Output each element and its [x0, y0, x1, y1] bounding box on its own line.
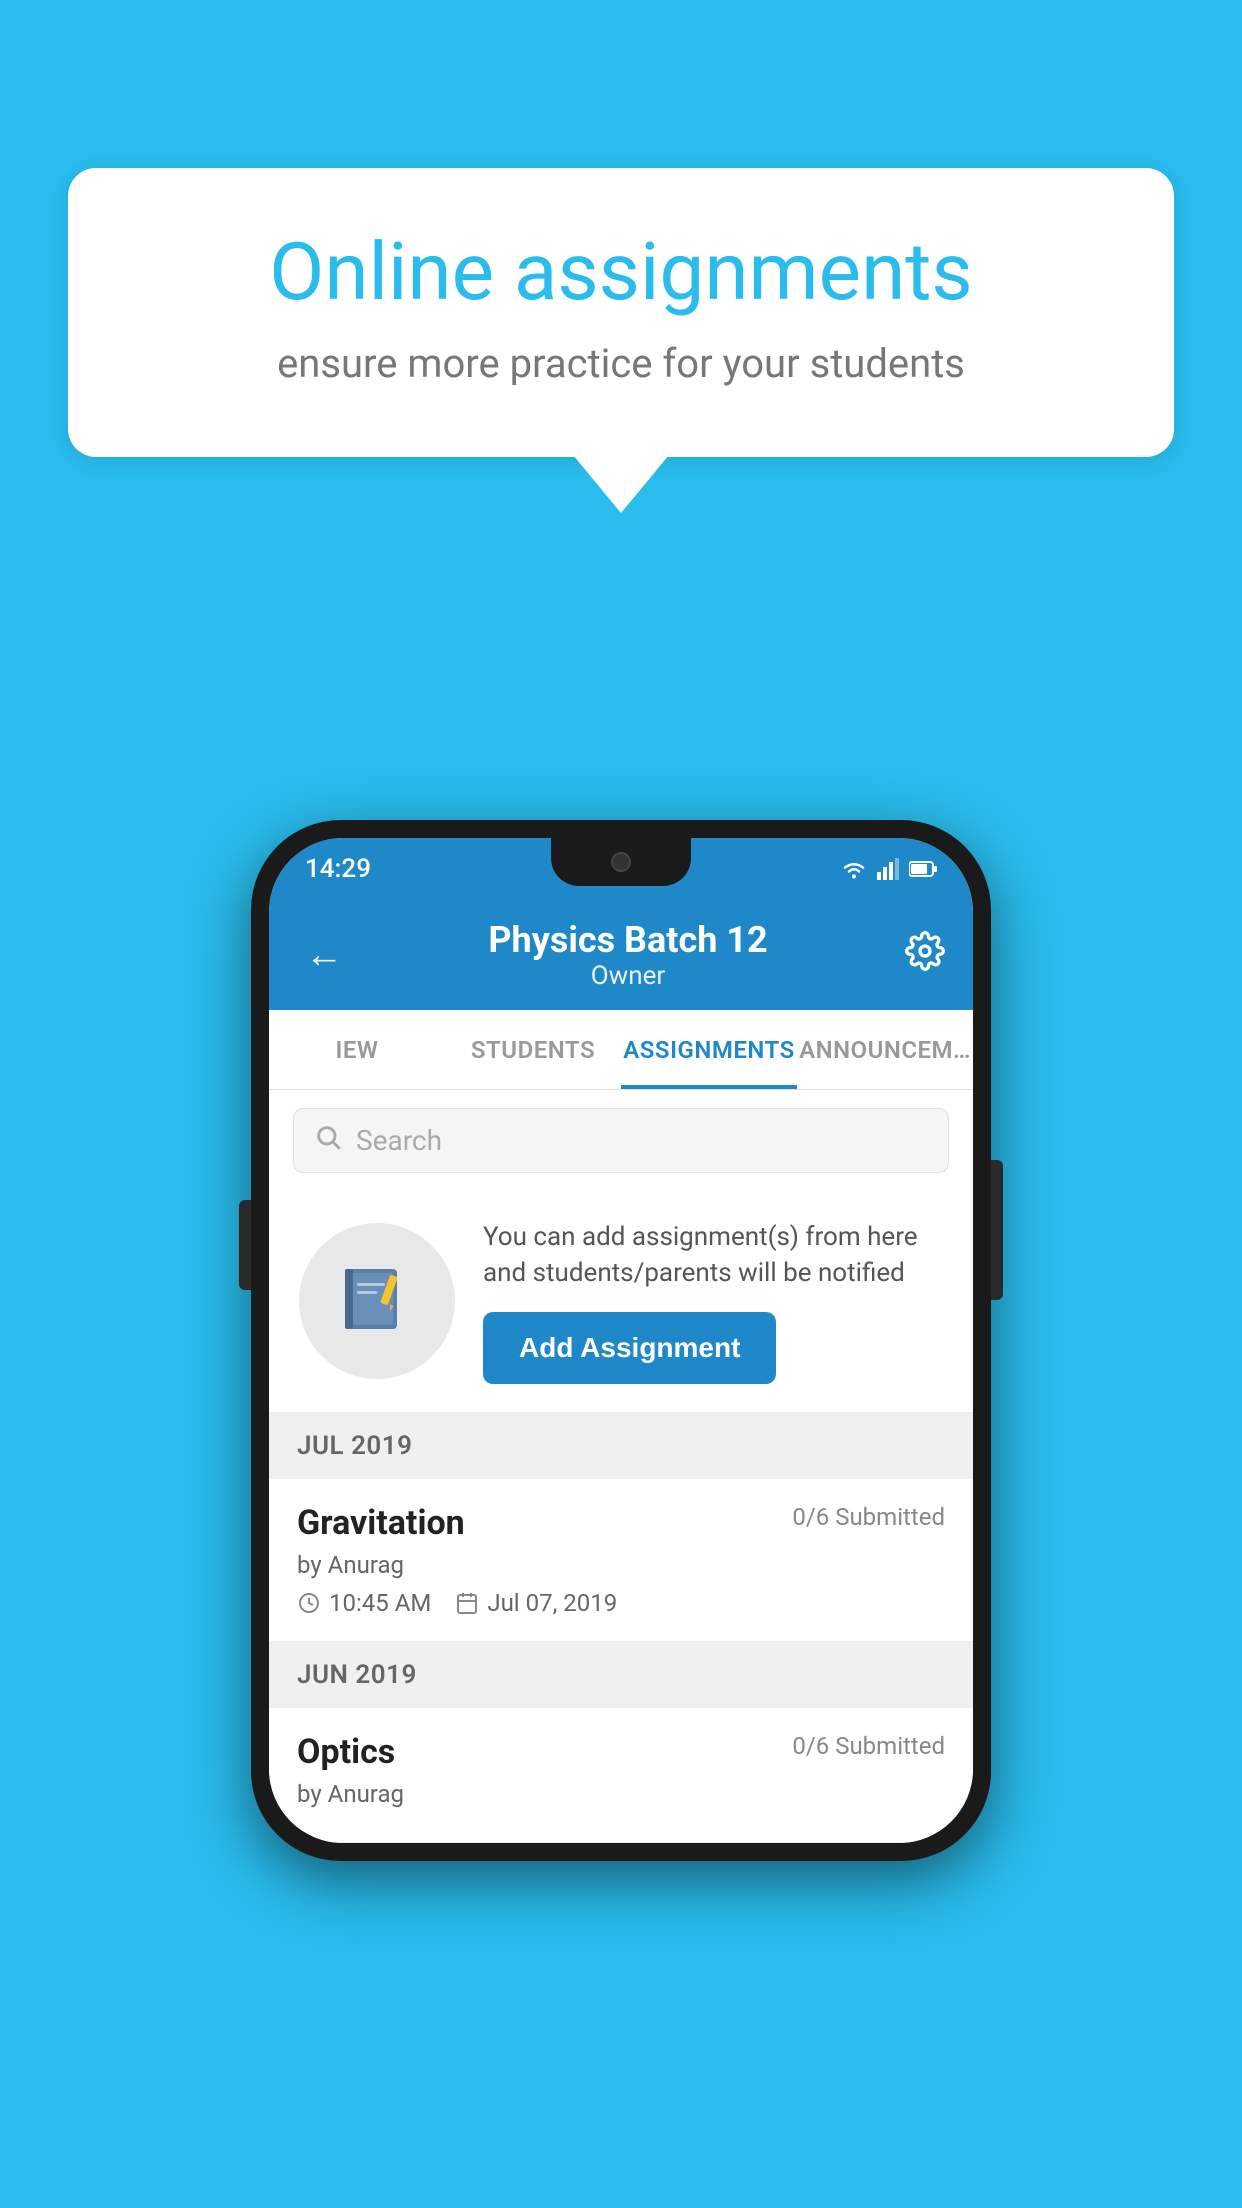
- info-text: You can add assignment(s) from here and …: [483, 1219, 943, 1292]
- wifi-icon: [841, 858, 867, 880]
- promo-subtitle: ensure more practice for your students: [138, 340, 1104, 387]
- info-content: You can add assignment(s) from here and …: [483, 1219, 943, 1384]
- notebook-icon: [337, 1261, 417, 1341]
- search-icon: [314, 1123, 342, 1158]
- phone-mockup: 14:29: [251, 820, 991, 1861]
- assignment-top-row: Gravitation 0/6 Submitted: [297, 1503, 945, 1543]
- section-header-jul: JUL 2019: [269, 1413, 973, 1479]
- assignment-author-optics: by Anurag: [297, 1780, 945, 1808]
- assignment-author: by Anurag: [297, 1551, 945, 1579]
- search-bar[interactable]: Search: [293, 1108, 949, 1173]
- assignment-item-optics[interactable]: Optics 0/6 Submitted by Anurag: [269, 1708, 973, 1843]
- camera: [611, 852, 631, 872]
- back-button[interactable]: ←: [297, 925, 351, 985]
- phone-screen: 14:29: [269, 838, 973, 1843]
- tab-assignments[interactable]: ASSIGNMENTS: [621, 1010, 797, 1089]
- assignment-time: 10:45 AM: [297, 1589, 431, 1617]
- batch-title: Physics Batch 12: [351, 919, 905, 961]
- assignment-name: Gravitation: [297, 1503, 465, 1543]
- search-bar-container: Search: [269, 1090, 973, 1191]
- clock-icon: [297, 1591, 321, 1615]
- promo-title: Online assignments: [138, 228, 1104, 316]
- status-icons: [841, 858, 937, 880]
- notch: [551, 838, 691, 886]
- status-time: 14:29: [305, 854, 371, 884]
- calendar-icon: [455, 1591, 479, 1615]
- speech-bubble: Online assignments ensure more practice …: [68, 168, 1174, 457]
- settings-button[interactable]: [905, 931, 945, 980]
- phone-shell: 14:29: [251, 820, 991, 1861]
- tab-bar: IEW STUDENTS ASSIGNMENTS ANNOUNCEM…: [269, 1010, 973, 1090]
- assignment-name-optics: Optics: [297, 1732, 395, 1772]
- info-card: You can add assignment(s) from here and …: [269, 1191, 973, 1413]
- signal-icon: [877, 858, 899, 880]
- tab-announcements[interactable]: ANNOUNCEM…: [797, 1010, 973, 1089]
- promo-card: Online assignments ensure more practice …: [68, 168, 1174, 513]
- assignment-submitted: 0/6 Submitted: [792, 1503, 945, 1531]
- assignment-icon-circle: [299, 1223, 455, 1379]
- assignment-date: Jul 07, 2019: [455, 1589, 617, 1617]
- tab-students[interactable]: STUDENTS: [445, 1010, 621, 1089]
- search-placeholder: Search: [356, 1124, 442, 1157]
- assignment-submitted-optics: 0/6 Submitted: [792, 1732, 945, 1760]
- assignment-item-gravitation[interactable]: Gravitation 0/6 Submitted by Anurag 10:4…: [269, 1479, 973, 1642]
- section-header-jun: JUN 2019: [269, 1642, 973, 1708]
- gear-icon: [905, 931, 945, 971]
- speech-bubble-arrow: [573, 455, 669, 513]
- app-bar-title-area: Physics Batch 12 Owner: [351, 919, 905, 991]
- assignment-top-row-optics: Optics 0/6 Submitted: [297, 1732, 945, 1772]
- assignment-meta: 10:45 AM Jul 07, 2019: [297, 1589, 945, 1617]
- app-bar: ← Physics Batch 12 Owner: [269, 900, 973, 1010]
- tab-iew[interactable]: IEW: [269, 1010, 445, 1089]
- status-bar: 14:29: [269, 838, 973, 900]
- add-assignment-button[interactable]: Add Assignment: [483, 1312, 776, 1384]
- batch-subtitle: Owner: [351, 961, 905, 991]
- battery-icon: [909, 860, 937, 878]
